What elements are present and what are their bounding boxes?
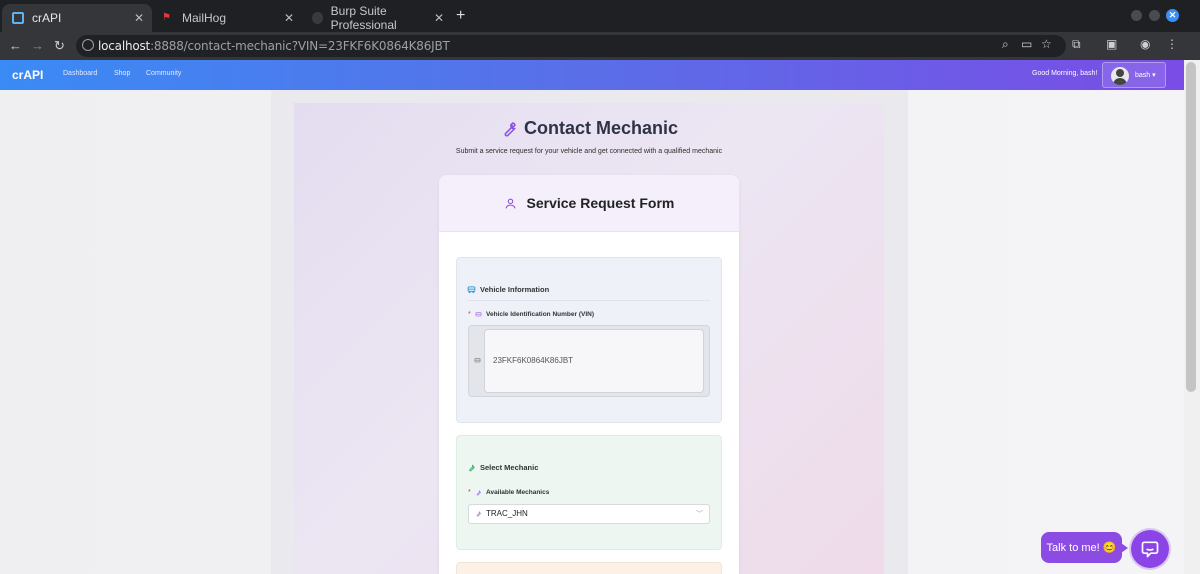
form-title: Service Request Form — [439, 195, 739, 211]
greeting-text: Good Morning, bash! — [1032, 70, 1098, 77]
app-header: crAPI Dashboard Shop Community Good Morn… — [0, 60, 1184, 90]
user-icon — [505, 198, 515, 209]
browser-toolbar: ← → ↻ localhost:8888/contact-mechanic?VI… — [0, 32, 1200, 60]
username-label: bash ▾ — [1135, 72, 1156, 79]
vehicle-section-title: Vehicle Information — [480, 285, 550, 294]
page-title-wrap: Contact Mechanic — [294, 118, 884, 143]
nav-shop[interactable]: Shop — [114, 70, 130, 77]
tab-title: crAPI — [32, 11, 62, 25]
tab-burp[interactable]: Burp Suite Professional ✕ — [302, 4, 452, 32]
burp-favicon-icon — [312, 12, 323, 24]
close-window-icon[interactable]: ✕ — [1166, 9, 1179, 22]
car-icon — [475, 312, 482, 317]
forward-icon[interactable]: → — [31, 38, 44, 53]
mechanic-section-title: Select Mechanic — [480, 463, 539, 472]
car-icon — [474, 358, 481, 363]
reload-icon[interactable]: ↻ — [54, 38, 65, 54]
mechanics-label: Available Mechanics — [486, 489, 550, 496]
nav-dashboard[interactable]: Dashboard — [63, 70, 97, 77]
cast-icon[interactable]: ▭ — [1021, 37, 1032, 51]
sidepanel-icon[interactable]: ▣ — [1106, 37, 1117, 51]
page-title: Contact Mechanic — [500, 118, 678, 139]
vin-label: Vehicle Identification Number (VIN) — [486, 311, 594, 318]
scrollbar-thumb[interactable] — [1186, 62, 1196, 392]
user-menu-button[interactable]: bash ▾ — [1102, 62, 1166, 88]
chat-bubble[interactable]: Talk to me! 😊 — [1041, 532, 1128, 563]
profile-icon[interactable]: ◉ — [1140, 37, 1150, 51]
menu-icon[interactable]: ⋮ — [1166, 37, 1178, 51]
back-icon[interactable]: ← — [9, 38, 22, 53]
required-mark: * — [468, 311, 471, 318]
next-form-section — [456, 562, 722, 574]
car-icon — [467, 286, 476, 294]
chat-button[interactable] — [1131, 530, 1169, 568]
vin-value: 23FKF6K0864K86JBT — [493, 356, 574, 365]
bookmark-star-icon[interactable]: ☆ — [1041, 37, 1052, 51]
tab-title: Burp Suite Professional — [330, 4, 397, 32]
tab-crapi[interactable]: crAPI ✕ — [2, 4, 152, 32]
avatar — [1111, 67, 1129, 85]
maximize-window-icon[interactable] — [1149, 10, 1160, 21]
nav-community[interactable]: Community — [146, 70, 181, 77]
extensions-icon[interactable]: ⧉ — [1072, 37, 1081, 52]
tab-title: MailHog — [182, 11, 227, 25]
close-tab-icon[interactable]: ✕ — [284, 11, 294, 25]
required-mark: * — [468, 489, 471, 496]
url-text: localhost:8888/contact-mechanic?VIN=23FK… — [98, 39, 450, 53]
minimize-window-icon[interactable] — [1131, 10, 1142, 21]
new-tab-icon[interactable]: + — [456, 7, 465, 25]
brand-logo[interactable]: crAPI — [12, 68, 43, 82]
close-tab-icon[interactable]: ✕ — [134, 11, 144, 25]
wrench-icon — [476, 511, 482, 517]
close-tab-icon[interactable]: ✕ — [434, 11, 444, 25]
site-info-icon[interactable] — [82, 39, 94, 51]
wrench-icon — [476, 490, 482, 496]
page-subtitle: Submit a service request for your vehicl… — [455, 148, 723, 155]
chevron-down-icon: ﹀ — [696, 511, 703, 518]
mailhog-favicon-icon: ⚑ — [162, 12, 171, 23]
zoom-icon[interactable]: ⌕ — [1002, 37, 1009, 52]
chat-icon — [1141, 541, 1159, 558]
selected-mechanic: TRAC_JHN — [486, 509, 528, 518]
address-bar[interactable]: localhost:8888/contact-mechanic?VIN=23FK… — [76, 35, 1066, 57]
wrench-icon — [469, 464, 475, 472]
section-divider — [468, 300, 710, 301]
browser-tab-bar: crAPI ✕ ⚑ MailHog ✕ Burp Suite Professio… — [0, 0, 1200, 32]
crapi-favicon-icon — [12, 12, 24, 24]
wrench-icon — [504, 121, 516, 137]
tab-mailhog[interactable]: ⚑ MailHog ✕ — [152, 4, 302, 32]
